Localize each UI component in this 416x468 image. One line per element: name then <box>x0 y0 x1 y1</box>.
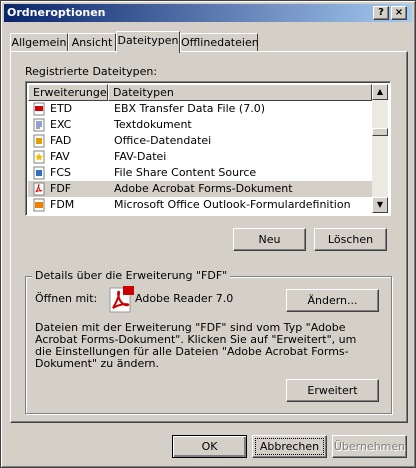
list-item[interactable]: FAV FAV-Datei <box>28 149 372 165</box>
apply-button[interactable]: Übernehmen <box>332 435 407 458</box>
list-item[interactable]: FAD Office-Datendatei <box>28 133 372 149</box>
close-button[interactable]: × <box>391 6 407 20</box>
outlook-form-icon <box>33 198 45 212</box>
details-description: Dateien mit der Erweiterung "FDF" sind v… <box>35 321 357 370</box>
tab-offlinedateien[interactable]: Offlinedateien <box>180 33 259 52</box>
scroll-down-icon[interactable]: ▼ <box>372 197 388 213</box>
row-extension: FCS <box>50 166 71 179</box>
adobe-reader-icon <box>109 286 134 313</box>
favorites-file-icon <box>33 150 45 164</box>
open-with-app: Adobe Reader 7.0 <box>135 292 234 305</box>
details-group-label: Details über die Erweiterung "FDF" <box>32 269 231 282</box>
row-extension: EXC <box>50 118 72 131</box>
tab-ansicht[interactable]: Ansicht <box>68 33 116 52</box>
list-item-selected[interactable]: FDF Adobe Acrobat Forms-Dokument <box>28 181 372 197</box>
list-item[interactable]: EXC Textdokument <box>28 117 372 133</box>
row-type: Textdokument <box>114 118 192 131</box>
row-type: EBX Transfer Data File (7.0) <box>114 102 265 115</box>
row-extension: FAD <box>50 134 72 147</box>
column-header-extensions[interactable]: Erweiterungen <box>28 84 114 101</box>
column-header-types[interactable]: Dateitypen <box>108 84 372 101</box>
tab-dateitypen[interactable]: Dateitypen <box>116 31 180 53</box>
window-title: Ordneroptionen <box>7 6 106 19</box>
change-button[interactable]: Ändern... <box>286 289 379 312</box>
list-item[interactable]: ETD EBX Transfer Data File (7.0) <box>28 101 372 117</box>
cancel-button[interactable]: Abbrechen <box>252 435 327 458</box>
row-type: Adobe Acrobat Forms-Dokument <box>114 182 293 195</box>
vertical-scrollbar[interactable]: ▲ ▼ <box>372 84 388 213</box>
ok-button[interactable]: OK <box>172 435 247 458</box>
scroll-thumb[interactable] <box>372 128 388 136</box>
pdf-form-icon <box>33 182 45 196</box>
new-button[interactable]: Neu <box>233 228 306 251</box>
row-extension: ETD <box>50 102 73 115</box>
row-extension: FDM <box>50 198 75 211</box>
tab-allgemein[interactable]: Allgemein <box>10 33 68 52</box>
row-type: FAV-Datei <box>114 150 167 163</box>
list-item[interactable]: FCS File Share Content Source <box>28 165 372 181</box>
row-type: Office-Datendatei <box>114 134 212 147</box>
dialog-window: Ordneroptionen ? × Allgemein Ansicht Dat… <box>0 0 416 468</box>
filetype-list[interactable]: Erweiterungen Dateitypen ETD EBX Transfe… <box>25 81 391 216</box>
help-button[interactable]: ? <box>373 6 389 20</box>
row-type: Microsoft Office Outlook-Formulardefinit… <box>114 198 351 211</box>
fcs-file-icon <box>33 166 45 180</box>
advanced-button[interactable]: Erweitert <box>286 379 379 402</box>
office-data-icon <box>33 134 45 148</box>
row-extension: FDF <box>50 182 72 195</box>
etd-file-icon <box>33 102 45 116</box>
registered-types-label: Registrierte Dateitypen: <box>25 65 158 78</box>
title-bar[interactable]: Ordneroptionen ? × <box>4 4 412 22</box>
list-item[interactable]: FDM Microsoft Office Outlook-Formulardef… <box>28 197 372 213</box>
delete-button[interactable]: Löschen <box>314 228 387 251</box>
open-with-label: Öffnen mit: <box>35 292 98 305</box>
row-type: File Share Content Source <box>114 166 257 179</box>
text-file-icon <box>33 118 45 132</box>
scroll-up-icon[interactable]: ▲ <box>372 84 388 100</box>
row-extension: FAV <box>50 150 70 163</box>
